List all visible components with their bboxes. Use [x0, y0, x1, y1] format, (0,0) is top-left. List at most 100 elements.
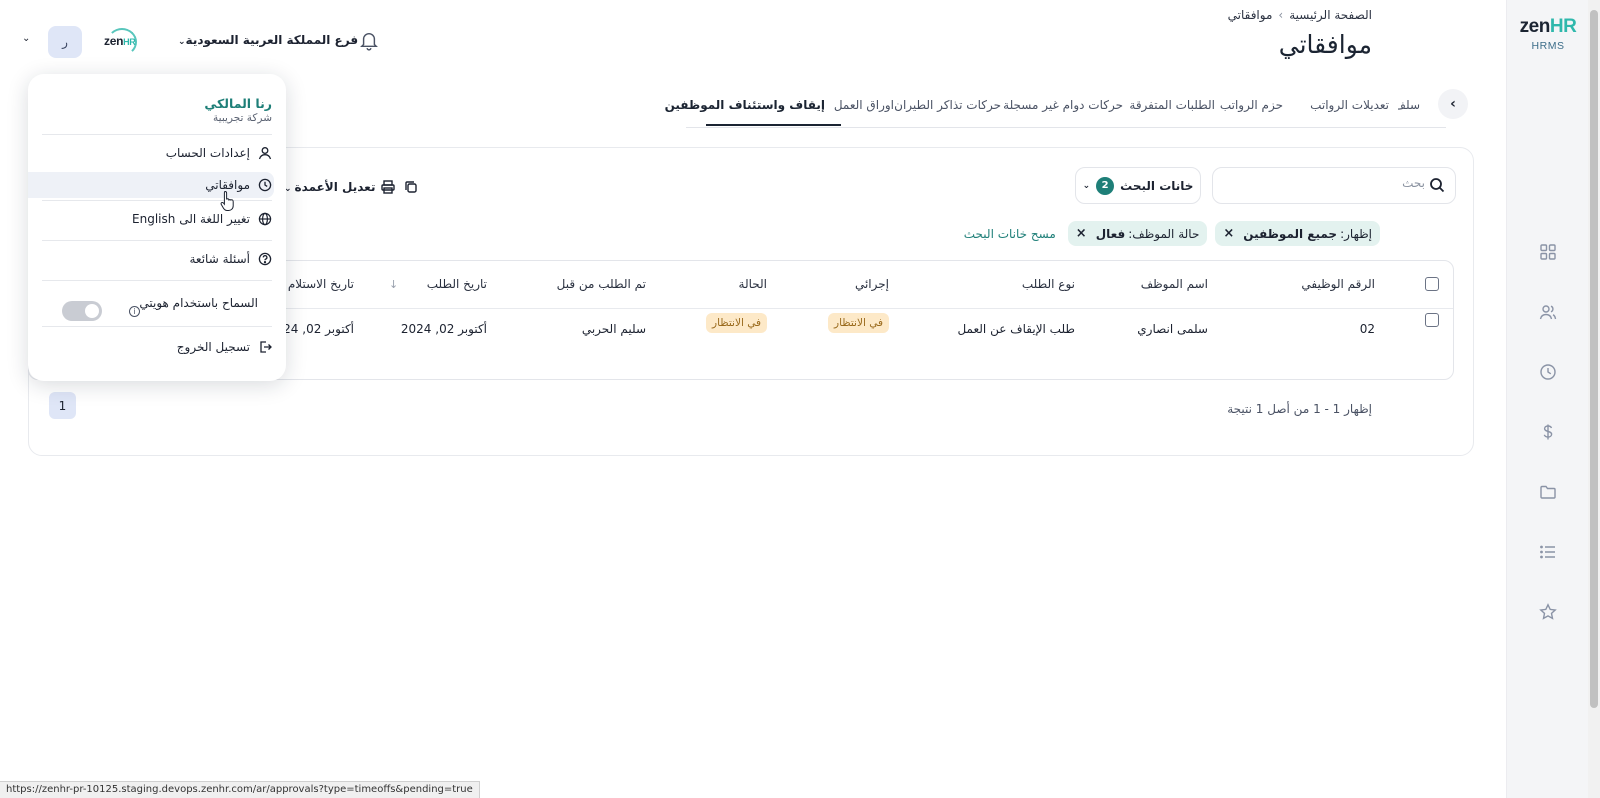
menu-item-logout[interactable]: تسجيل الخروج [177, 336, 272, 358]
breadcrumb-current: موافقاتي [1227, 8, 1273, 22]
breadcrumb: الصفحة الرئيسية › موافقاتي [1228, 8, 1372, 22]
company-logo: zenHR [104, 27, 142, 57]
breadcrumb-home[interactable]: الصفحة الرئيسية [1289, 8, 1372, 22]
col-request-type[interactable]: نوع الطلب [1022, 277, 1075, 291]
menu-item-account-settings[interactable]: إعدادات الحساب [166, 142, 272, 164]
tab-flight-tickets[interactable]: حركات تذاكر الطيران [894, 98, 1001, 112]
select-all-checkbox[interactable] [1425, 277, 1439, 291]
breadcrumb-chevron-icon: › [1278, 8, 1284, 22]
grid-icon[interactable] [1539, 243, 1557, 261]
divider [42, 280, 272, 281]
chevron-down-icon: ⌄ [1082, 180, 1091, 191]
search-box[interactable] [1212, 167, 1456, 204]
chip-value: فعال [1095, 226, 1126, 241]
impersonation-toggle[interactable] [62, 301, 102, 321]
filter-chip-show[interactable]: إظهار: جميع الموظفين × [1215, 221, 1380, 246]
action-badge[interactable]: في الانتظار [828, 313, 889, 333]
logo-accent-text: HR [1549, 16, 1577, 37]
menu-item-change-language[interactable]: تغيير اللغة الى English [132, 208, 272, 230]
menu-item-my-approvals[interactable]: موافقاتي [205, 174, 272, 196]
info-icon: i [129, 306, 140, 317]
tab-unregistered-attendance[interactable]: حركات دوام غير مسجلة [1003, 98, 1123, 112]
row-checkbox[interactable] [1425, 313, 1439, 327]
tab-salary-adjustments[interactable]: تعديلات الرواتب [1310, 98, 1389, 112]
branch-label: فرع المملكة العربية السعودية [185, 33, 359, 47]
vertical-scrollbar[interactable] [1588, 0, 1600, 798]
active-filters: إظهار: جميع الموظفين × حالة الموظف: فعال × م… [964, 221, 1380, 246]
tab-work-papers[interactable]: اوراق العمل [834, 98, 894, 112]
user-dropdown-menu: رنا المالكي شركة تجريبية إعدادات الحساب … [28, 74, 286, 381]
search-input[interactable] [1229, 176, 1425, 190]
star-icon[interactable] [1539, 603, 1557, 621]
logout-icon [258, 340, 272, 354]
col-received-date[interactable]: تاريخ الاستلام [288, 277, 354, 291]
dollar-icon[interactable] [1539, 423, 1557, 441]
user-name: رنا المالكي [204, 96, 272, 111]
page-button-1[interactable]: 1 [49, 392, 76, 419]
divider [42, 200, 272, 201]
chip-value: جميع الموظفين [1243, 226, 1338, 241]
filter-chip-status[interactable]: حالة الموظف: فعال × [1067, 221, 1208, 246]
results-summary: إظهار 1 - 1 من أصل 1 نتيجة [1227, 402, 1372, 416]
tab-suspension[interactable]: إيقاف واستئناف الموظفين [665, 98, 825, 112]
cell-request-type: طلب الإيقاف عن العمل [957, 322, 1075, 336]
close-icon[interactable]: × [1076, 226, 1087, 241]
search-filters-button[interactable]: خانات البحث 2 ⌄ [1075, 167, 1201, 204]
filters-count-badge: 2 [1096, 176, 1115, 195]
clock-icon [258, 178, 272, 192]
main-area: الصفحة الرئيسية › موافقاتي موافقاتي فرع ال… [0, 0, 1506, 798]
company-logo-accent: HR [123, 37, 136, 47]
status-badge: في الانتظار [706, 313, 767, 333]
nav-rail: zenHR HRMS [1506, 0, 1588, 798]
tabs-scroll-chevron-icon[interactable]: ‹ [1438, 89, 1468, 119]
active-tab-underline [706, 124, 841, 126]
list-icon[interactable] [1539, 543, 1557, 561]
print-icon[interactable] [381, 180, 395, 194]
tab-misc-requests[interactable]: الطلبات المتفرقة [1129, 98, 1215, 112]
zenhr-logo[interactable]: zenHR HRMS [1507, 16, 1589, 52]
folder-icon[interactable] [1539, 483, 1557, 501]
col-status[interactable]: الحالة [739, 277, 767, 291]
tab-payroll-packages[interactable]: حزم الرواتب [1220, 98, 1283, 112]
chip-prefix: إظهار: [1340, 226, 1372, 241]
menu-item-faq[interactable]: أسئلة شائعة [189, 248, 272, 270]
search-icon [1429, 177, 1445, 193]
tab-advances[interactable]: سلف [1398, 98, 1420, 112]
avatar[interactable]: ر [48, 26, 82, 58]
close-icon[interactable]: × [1223, 226, 1234, 241]
mouse-cursor-icon [220, 190, 236, 212]
edit-columns-button[interactable]: تعديل الأعمدة⌄ [284, 180, 375, 194]
branch-selector[interactable]: فرع المملكة العربية السعودية⌄ [174, 33, 358, 47]
user-icon [258, 146, 272, 160]
edit-columns-label: تعديل الأعمدة [294, 180, 376, 194]
chip-prefix: حالة الموظف: [1128, 226, 1200, 241]
sort-arrow-icon[interactable]: ↓ [389, 278, 398, 291]
divider [42, 240, 272, 241]
user-menu-chevron-icon[interactable]: ⌄ [22, 33, 30, 44]
users-icon[interactable] [1539, 303, 1557, 321]
col-action[interactable]: إجرائي [855, 277, 889, 291]
tab-bar: إيقاف واستئناف الموظفين اوراق العمل حركا… [665, 86, 1446, 128]
copy-icon[interactable] [404, 180, 418, 194]
bell-icon[interactable] [360, 31, 378, 51]
chevron-down-icon: ⌄ [178, 37, 186, 47]
col-request-date[interactable]: تاريخ الطلب [427, 277, 487, 291]
clear-filters-link[interactable]: مسح خانات البحث [964, 227, 1056, 241]
logo-subtitle: HRMS [1531, 40, 1565, 52]
cell-request-date: أكتوبر 02, 2024 [400, 322, 487, 336]
company-name: شركة تجريبية [213, 112, 272, 124]
menu-item-impersonation: السماح باستخدام هويتي [139, 292, 258, 314]
menu-item-label: السماح باستخدام هويتي [139, 296, 258, 310]
divider [42, 134, 272, 135]
menu-item-label: أسئلة شائعة [189, 252, 250, 266]
filters-label: خانات البحث [1120, 178, 1194, 193]
col-requested-by[interactable]: تم الطلب من قبل [557, 277, 646, 291]
company-logo-text: zen [104, 34, 124, 48]
logo-main-text: zen [1519, 16, 1551, 37]
col-employee-id[interactable]: الرقم الوظيفي [1301, 277, 1375, 291]
col-employee-name[interactable]: اسم الموظف [1141, 277, 1208, 291]
status-bar-url: https://zenhr-pr-10125.staging.devops.ze… [0, 781, 480, 798]
cell-employee-name: سلمى انصاري [1137, 322, 1208, 336]
clock-icon[interactable] [1539, 363, 1557, 381]
scrollbar-thumb[interactable] [1590, 10, 1598, 708]
